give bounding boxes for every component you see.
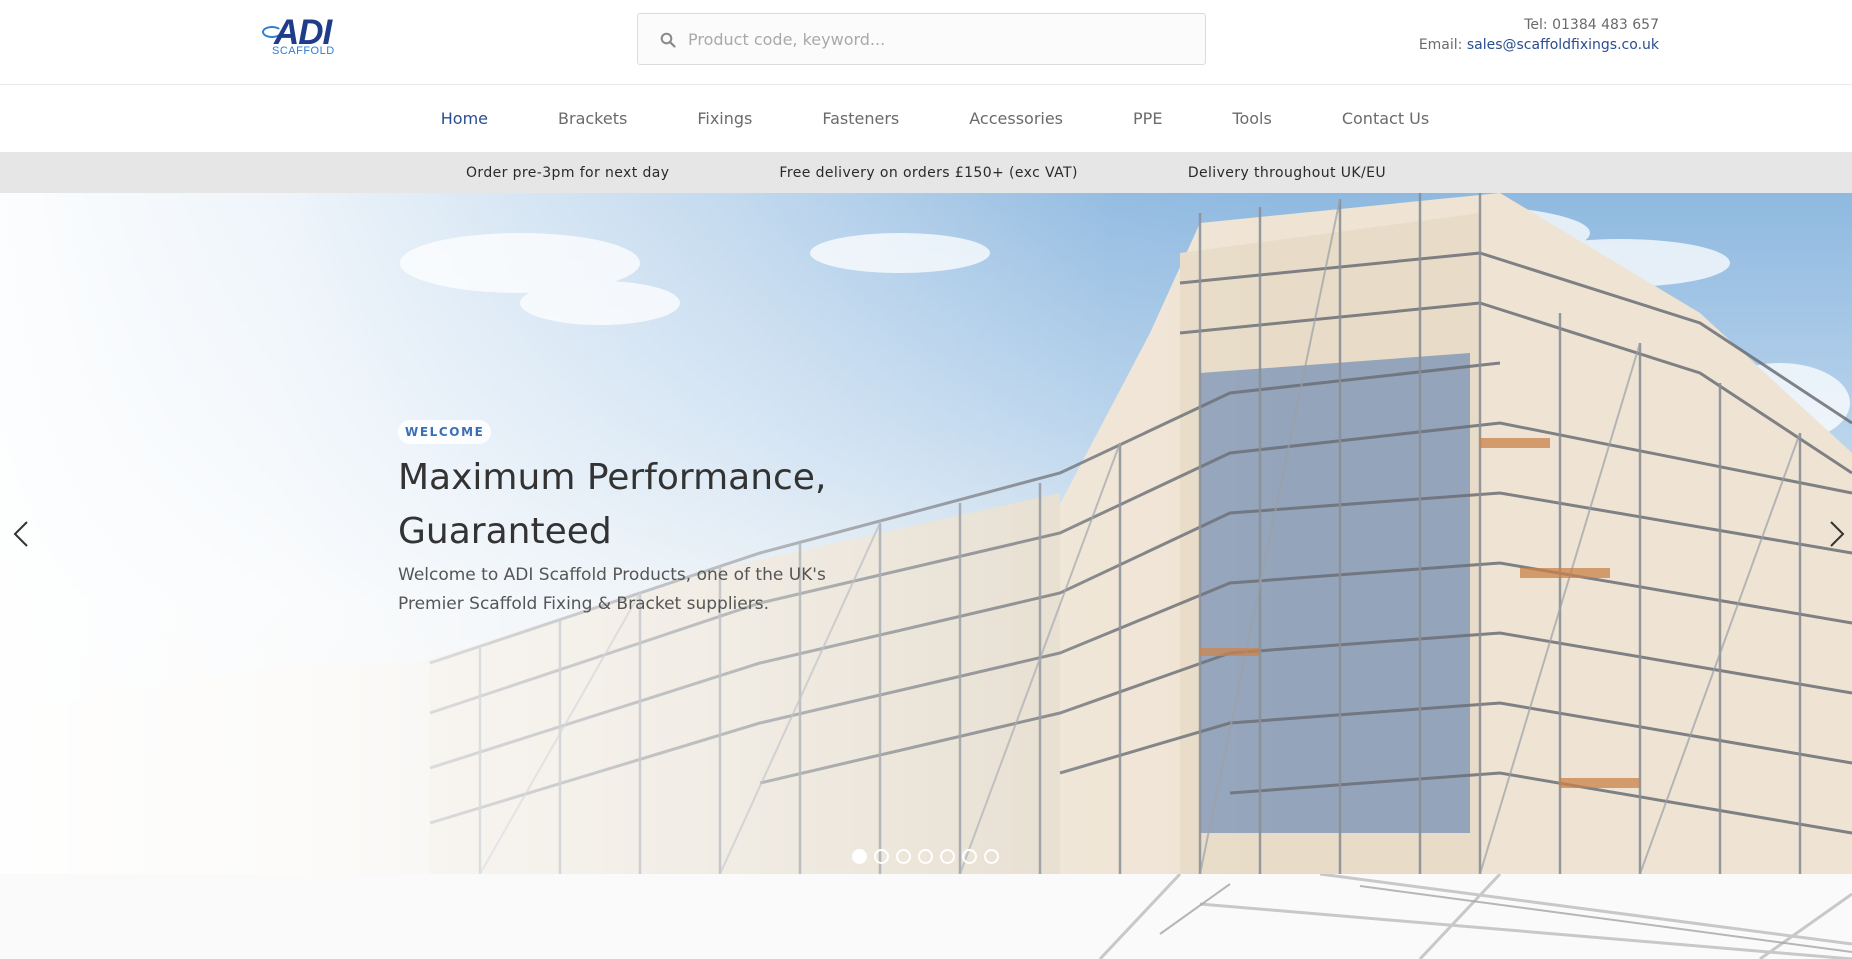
hero-badge: WELCOME: [398, 420, 492, 444]
next-section-background: [0, 874, 1852, 959]
hero-description: Welcome to ADI Scaffold Products, one of…: [398, 565, 826, 614]
nav-item-ppe[interactable]: PPE: [1098, 109, 1197, 128]
slider-dot-4[interactable]: [918, 849, 933, 864]
nav-item-fixings[interactable]: Fixings: [662, 109, 787, 128]
tel-number[interactable]: 01384 483 657: [1552, 17, 1659, 33]
contact-email-line: Email: sales@scaffoldfixings.co.uk: [1419, 35, 1659, 55]
hero-white-fade: [0, 193, 1852, 874]
slider-dot-1[interactable]: [852, 849, 867, 864]
slider-dot-3[interactable]: [896, 849, 911, 864]
tel-label: Tel:: [1524, 17, 1548, 33]
nav-item-brackets[interactable]: Brackets: [523, 109, 662, 128]
contact-info: Tel: 01384 483 657 Email: sales@scaffold…: [1419, 15, 1659, 55]
slider-dot-5[interactable]: [940, 849, 955, 864]
info-next-day: Order pre-3pm for next day: [465, 164, 670, 181]
nav-item-fasteners[interactable]: Fasteners: [787, 109, 934, 128]
email-link[interactable]: sales@scaffoldfixings.co.uk: [1467, 37, 1659, 53]
search-icon[interactable]: [660, 32, 676, 48]
nav-list: Home Brackets Fixings Fasteners Accessor…: [0, 85, 1852, 152]
email-label: Email:: [1418, 37, 1463, 53]
slider-pagination: [852, 849, 999, 864]
hero-slider: WELCOME Maximum Performance, Guaranteed …: [0, 193, 1852, 874]
scaffold-drawing-image: [1098, 874, 1852, 959]
delivery-info-bar: Order pre-3pm for next day Free delivery…: [0, 152, 1852, 193]
chevron-right-icon[interactable]: [1822, 519, 1852, 549]
chevron-left-icon[interactable]: [6, 519, 36, 549]
nav-item-tools[interactable]: Tools: [1197, 109, 1306, 128]
nav-item-home[interactable]: Home: [406, 109, 523, 128]
slider-dot-2[interactable]: [874, 849, 889, 864]
contact-tel-line: Tel: 01384 483 657: [1419, 15, 1659, 35]
search-input[interactable]: [688, 14, 1188, 64]
site-header: ADI SCAFFOLD Tel: 01384 483 657 Email: s…: [0, 0, 1852, 85]
info-free-delivery: Free delivery on orders £150+ (exc VAT): [779, 164, 1078, 181]
slider-dot-7[interactable]: [984, 849, 999, 864]
main-nav: Home Brackets Fixings Fasteners Accessor…: [0, 85, 1852, 152]
info-delivery-area: Delivery throughout UK/EU: [1187, 164, 1387, 181]
nav-item-accessories[interactable]: Accessories: [934, 109, 1098, 128]
nav-item-contact-us[interactable]: Contact Us: [1307, 109, 1464, 128]
search-box: [637, 13, 1206, 65]
slider-dot-6[interactable]: [962, 849, 977, 864]
logo-subtitle: SCAFFOLD: [272, 45, 335, 57]
site-logo[interactable]: ADI SCAFFOLD: [262, 15, 356, 60]
hero-title: Maximum Performance, Guaranteed: [398, 457, 827, 552]
